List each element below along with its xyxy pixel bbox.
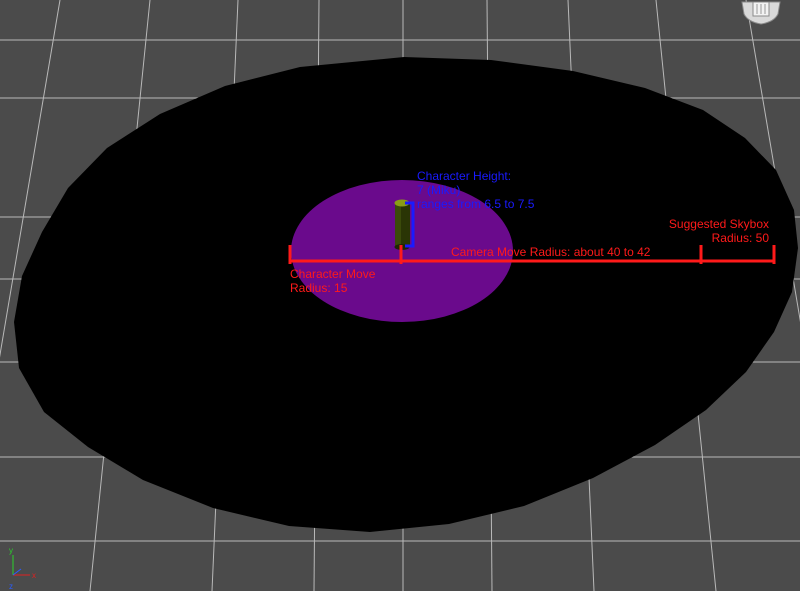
svg-text:z: z	[9, 582, 13, 591]
character-move-line1: Character Move	[290, 267, 376, 281]
camera-move-radius-label: Camera Move Radius: about 40 to 42	[451, 245, 651, 259]
viewcube-icon[interactable]	[738, 0, 784, 26]
svg-text:x: x	[32, 571, 36, 580]
skybox-line1: Suggested Skybox	[668, 217, 769, 231]
character-move-radius-label: Character Move Radius: 15	[290, 267, 375, 295]
character-cylinder[interactable]	[394, 199, 411, 251]
character-height-line3: ranges from 6.5 to 7.5	[417, 197, 535, 211]
3d-viewport[interactable]: y x z	[0, 0, 800, 591]
character-height-line1: Character Height:	[417, 169, 512, 183]
character-height-line2: 7 (Miku)	[417, 183, 461, 197]
skybox-radius-label: Suggested Skybox Radius: 50	[669, 217, 769, 245]
svg-text:y: y	[9, 546, 13, 555]
skybox-line2: Radius: 50	[711, 231, 769, 245]
character-move-line2: Radius: 15	[290, 281, 348, 295]
character-height-label: Character Height: 7 (Miku) ranges from 6…	[417, 169, 534, 211]
